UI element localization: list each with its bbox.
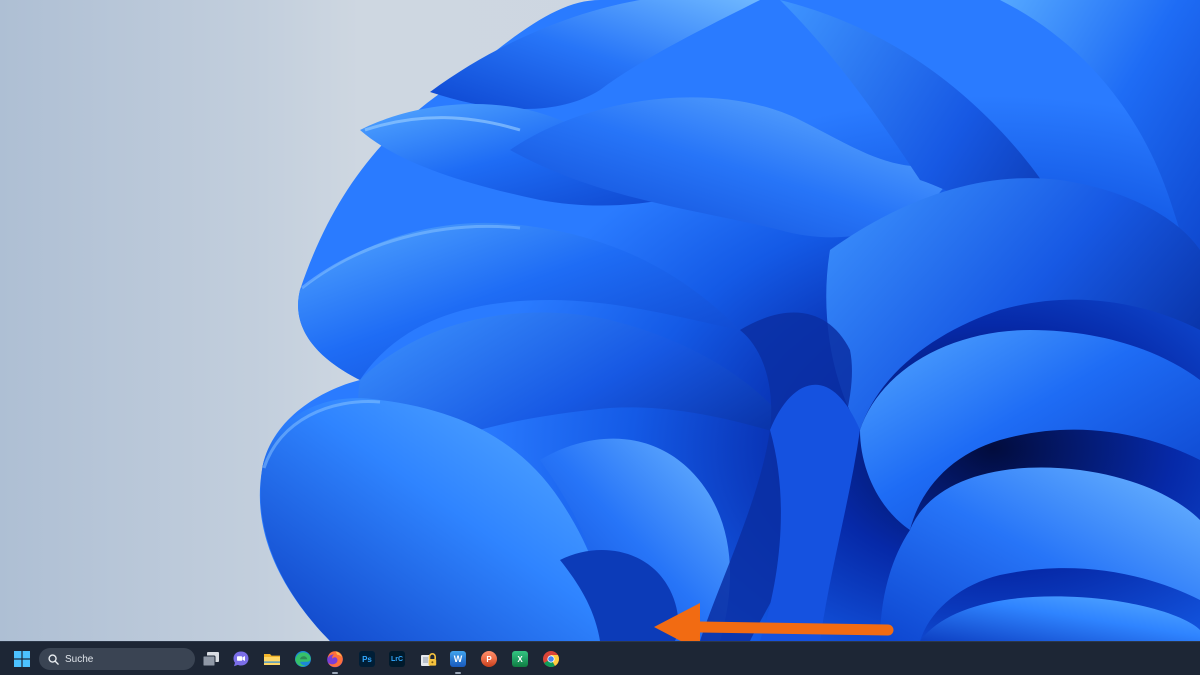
lock-app-button[interactable] bbox=[416, 647, 440, 671]
search-icon bbox=[48, 653, 59, 665]
search-box[interactable]: Suche bbox=[39, 648, 195, 670]
excel-button[interactable]: X bbox=[508, 647, 532, 671]
start-button[interactable] bbox=[10, 647, 34, 671]
excel-icon: X bbox=[512, 651, 528, 667]
task-view-icon bbox=[202, 652, 219, 667]
firefox-icon bbox=[327, 651, 343, 668]
chrome-icon bbox=[543, 651, 559, 667]
search-label: Suche bbox=[65, 653, 94, 665]
chat-icon bbox=[233, 651, 249, 667]
desktop bbox=[0, 0, 1200, 641]
chrome-button[interactable] bbox=[539, 647, 563, 671]
lock-icon bbox=[421, 652, 437, 666]
photoshop-label: Ps bbox=[362, 654, 372, 664]
word-button[interactable]: W bbox=[446, 647, 470, 674]
windows-logo-icon bbox=[14, 651, 30, 667]
task-view-button[interactable] bbox=[199, 647, 223, 671]
lightroom-icon: LrC bbox=[389, 651, 405, 667]
edge-icon bbox=[295, 651, 311, 667]
lightroom-label: LrC bbox=[390, 655, 404, 663]
file-explorer-button[interactable] bbox=[260, 647, 284, 671]
taskbar: Suche Ps LrC W P X bbox=[0, 641, 1200, 675]
powerpoint-label: P bbox=[486, 654, 492, 664]
word-icon: W bbox=[450, 651, 466, 667]
powerpoint-icon: P bbox=[481, 651, 497, 667]
powerpoint-button[interactable]: P bbox=[477, 647, 501, 671]
photoshop-button[interactable]: Ps bbox=[355, 647, 379, 671]
word-label: W bbox=[453, 654, 463, 664]
lightroom-button[interactable]: LrC bbox=[385, 647, 409, 671]
excel-label: X bbox=[517, 654, 523, 664]
photoshop-icon: Ps bbox=[359, 651, 375, 667]
wallpaper-bloom bbox=[259, 0, 1200, 641]
chat-button[interactable] bbox=[229, 647, 253, 671]
edge-button[interactable] bbox=[291, 647, 315, 671]
folder-icon bbox=[264, 654, 280, 665]
firefox-button[interactable] bbox=[323, 647, 347, 674]
